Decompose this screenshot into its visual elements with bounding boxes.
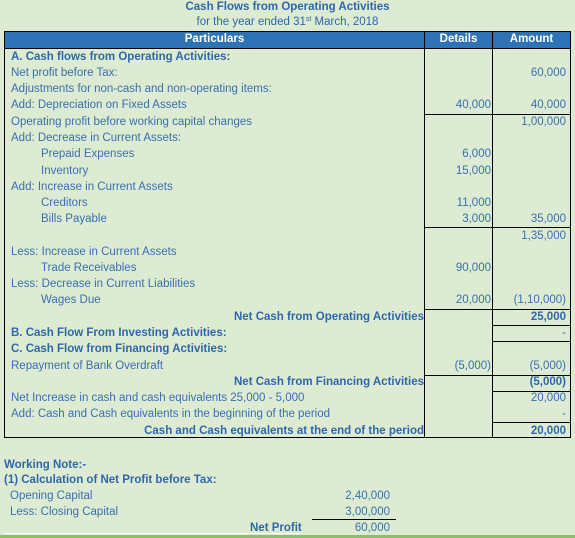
- row-details: [429, 276, 491, 292]
- row-amount: 40,000: [530, 99, 566, 111]
- row-details: [429, 423, 491, 439]
- closing-capital-value: 3,00,000: [345, 506, 390, 518]
- row-details: 3,000: [462, 213, 491, 225]
- table-header: Particulars Details Amount: [5, 32, 570, 48]
- row-label: Add: Cash and Cash equivalents in the be…: [11, 408, 331, 420]
- row-label: Less: Increase in Current Assets: [11, 246, 177, 258]
- row-label: Adjustments for non-cash and non-operati…: [11, 83, 272, 95]
- header-particulars: Particulars: [184, 33, 245, 45]
- row-amount: -: [562, 408, 566, 420]
- row-amount: (1,10,000): [513, 294, 566, 306]
- row-amount: 1,00,000: [521, 116, 566, 128]
- row-details: [429, 179, 491, 195]
- subtitle-suffix: March, 2018: [311, 16, 379, 28]
- row-label: B. Cash Flow From Investing Activities:: [11, 327, 227, 339]
- row-amount: [497, 244, 566, 260]
- statement-subtitle: for the year ended 31st March, 2018: [0, 16, 575, 28]
- working-note-heading: Working Note:-: [4, 459, 87, 471]
- subtitle-prefix: for the year ended 31: [196, 16, 306, 28]
- row-label: A. Cash flows from Operating Activities:: [11, 51, 231, 63]
- row-label: Less: Decrease in Current Liabilities: [11, 278, 196, 290]
- row-label: Bills Payable: [41, 213, 107, 225]
- row-amount: [497, 195, 566, 211]
- row-details: [429, 81, 491, 97]
- row-details: [429, 65, 491, 81]
- row-amount: 60,000: [530, 67, 566, 79]
- row-amount: [497, 81, 566, 97]
- row-amount: 20,000: [530, 392, 566, 404]
- row-label: Wages Due: [41, 294, 101, 306]
- row-details: [429, 130, 491, 146]
- row-label: Add: Decrease in Current Assets:: [11, 132, 182, 144]
- divider: [4, 533, 300, 534]
- row-amount: -: [562, 327, 566, 339]
- row-label: C. Cash Flow from Financing Activities:: [11, 343, 228, 355]
- row-amount: [497, 130, 566, 146]
- row-amount: [497, 341, 566, 357]
- row-details: 20,000: [455, 294, 491, 306]
- row-label: Repayment of Bank Overdraft: [11, 360, 164, 372]
- closing-capital-label: Less: Closing Capital: [10, 506, 119, 518]
- row-amount: [497, 260, 566, 276]
- statement-title: Cash Flows from Operating Activities: [185, 1, 390, 13]
- row-label: Trade Receivables: [41, 262, 137, 274]
- column-divider: [424, 32, 425, 437]
- row-details: 40,000: [455, 99, 491, 111]
- row-details: 15,000: [455, 165, 491, 177]
- header-amount: Amount: [509, 33, 554, 45]
- net-profit-value: 60,000: [354, 522, 390, 534]
- row-details: 11,000: [456, 197, 491, 209]
- row-details: 6,000: [462, 148, 491, 160]
- row-amount: 20,000: [530, 425, 566, 437]
- opening-capital-label: Opening Capital: [10, 490, 93, 502]
- row-amount: [497, 146, 566, 162]
- column-divider: [492, 32, 493, 437]
- row-label: Prepaid Expenses: [41, 148, 135, 160]
- row-details: (5,000): [454, 360, 491, 372]
- row-details: [429, 341, 491, 357]
- row-amount: [497, 49, 566, 65]
- row-label: Add: Increase in Current Assets: [11, 181, 173, 193]
- row-label: Net Increase in cash and cash equivalent…: [11, 392, 305, 404]
- header-details: Details: [439, 33, 478, 45]
- row-details: [429, 374, 491, 390]
- row-label: Add: Depreciation on Fixed Assets: [11, 99, 187, 111]
- opening-capital-value: 2,40,000: [345, 490, 390, 502]
- row-details: 90,000: [455, 262, 491, 274]
- row-label: Operating profit before working capital …: [11, 116, 253, 128]
- row-details: [429, 244, 491, 260]
- row-amount: 25,000: [530, 311, 566, 323]
- row-amount: [497, 179, 566, 195]
- row-details: [429, 228, 491, 244]
- row-label: Creditors: [41, 197, 88, 209]
- row-amount: (5,000): [529, 360, 566, 372]
- row-label: Inventory: [41, 165, 89, 177]
- row-amount: 1,35,000: [521, 230, 566, 242]
- row-details: [429, 325, 491, 341]
- row-details: [429, 114, 491, 130]
- cash-flow-table: Particulars Details Amount A. Cash flows…: [4, 31, 571, 438]
- row-label: Net profit before Tax:: [11, 67, 118, 79]
- row-details: [429, 49, 491, 65]
- row-label: Net Cash from Financing Activities: [234, 376, 424, 388]
- row-label: Cash and Cash equivalents at the end of …: [144, 425, 424, 437]
- row-amount: [497, 276, 566, 292]
- row-details: [429, 406, 491, 422]
- row-amount: (5,000): [529, 376, 566, 388]
- working-note-subheading: (1) Calculation of Net Profit before Tax…: [4, 474, 217, 486]
- row-amount: 35,000: [530, 213, 566, 225]
- row-details: [429, 309, 491, 325]
- row-details: [429, 390, 491, 406]
- row-label: Net Cash from Operating Activities: [233, 311, 424, 323]
- row-amount: [497, 163, 566, 179]
